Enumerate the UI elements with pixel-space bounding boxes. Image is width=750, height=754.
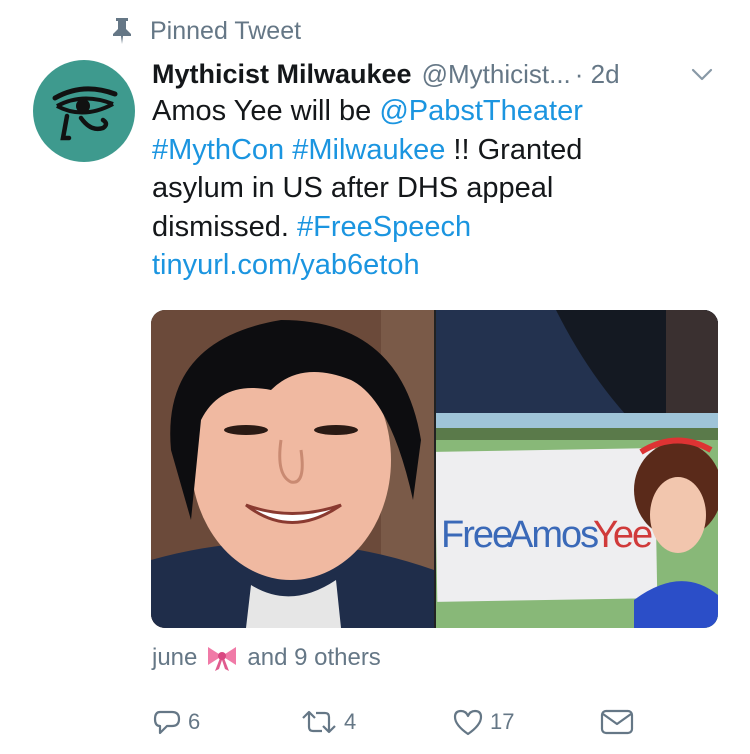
tweet-text: Amos Yee will be @PabstTheater #MythCon … — [152, 92, 692, 285]
hashtag-link[interactable]: #FreeSpeech — [297, 211, 471, 243]
reply-count: 6 — [188, 709, 201, 734]
liked-by-user[interactable]: june — [152, 644, 197, 672]
like-button[interactable]: 17 — [452, 700, 514, 744]
sign-text-yee: Yee — [593, 514, 652, 556]
direct-message-button[interactable] — [600, 700, 634, 744]
eye-of-horus-icon — [52, 86, 118, 141]
hashtag-link[interactable]: #MythCon — [152, 134, 284, 166]
mention-link[interactable]: @PabstTheater — [379, 95, 583, 127]
pinned-indicator: Pinned Tweet — [108, 14, 301, 48]
tweet-media[interactable]: Free Amos Yee — [151, 310, 718, 628]
text-segment: !! Granted — [445, 133, 583, 166]
liked-by[interactable]: june and 9 others — [152, 640, 381, 676]
pinned-label: Pinned Tweet — [150, 16, 302, 45]
retweet-count: 4 — [344, 709, 357, 734]
tweet-header: Mythicist Milwaukee @Mythicist... · 2d — [152, 54, 732, 94]
media-photo-sign[interactable]: Free Amos Yee — [436, 310, 718, 628]
user-handle[interactable]: @Mythicist... — [422, 59, 571, 90]
text-segment: asylum in US after DHS appeal — [152, 172, 554, 205]
heart-icon — [453, 709, 483, 736]
text-segment: Amos Yee will be — [152, 95, 380, 127]
retweet-button[interactable]: 4 — [300, 700, 356, 744]
reply-button[interactable]: 6 — [152, 700, 200, 744]
reply-icon — [153, 710, 181, 735]
hashtag-link[interactable]: #Milwaukee — [292, 134, 445, 166]
like-count: 17 — [490, 709, 515, 734]
text-segment: dismissed. — [152, 210, 298, 243]
tweet-timestamp[interactable]: · 2d — [575, 59, 620, 90]
chevron-down-icon[interactable] — [690, 62, 714, 86]
liked-by-rest[interactable]: and 9 others — [247, 644, 380, 672]
url-link[interactable]: tinyurl.com/yab6etoh — [152, 246, 692, 285]
media-photo-portrait[interactable] — [151, 310, 434, 628]
pink-bow-icon — [205, 644, 239, 672]
avatar[interactable] — [33, 60, 135, 162]
display-name[interactable]: Mythicist Milwaukee — [152, 59, 412, 90]
action-bar: 6 4 17 — [152, 700, 712, 744]
pin-icon — [108, 17, 136, 45]
sign-text-amos: Amos — [508, 514, 598, 556]
retweet-icon — [302, 710, 336, 734]
envelope-icon — [600, 709, 634, 735]
sign-text-free: Free — [441, 514, 512, 556]
